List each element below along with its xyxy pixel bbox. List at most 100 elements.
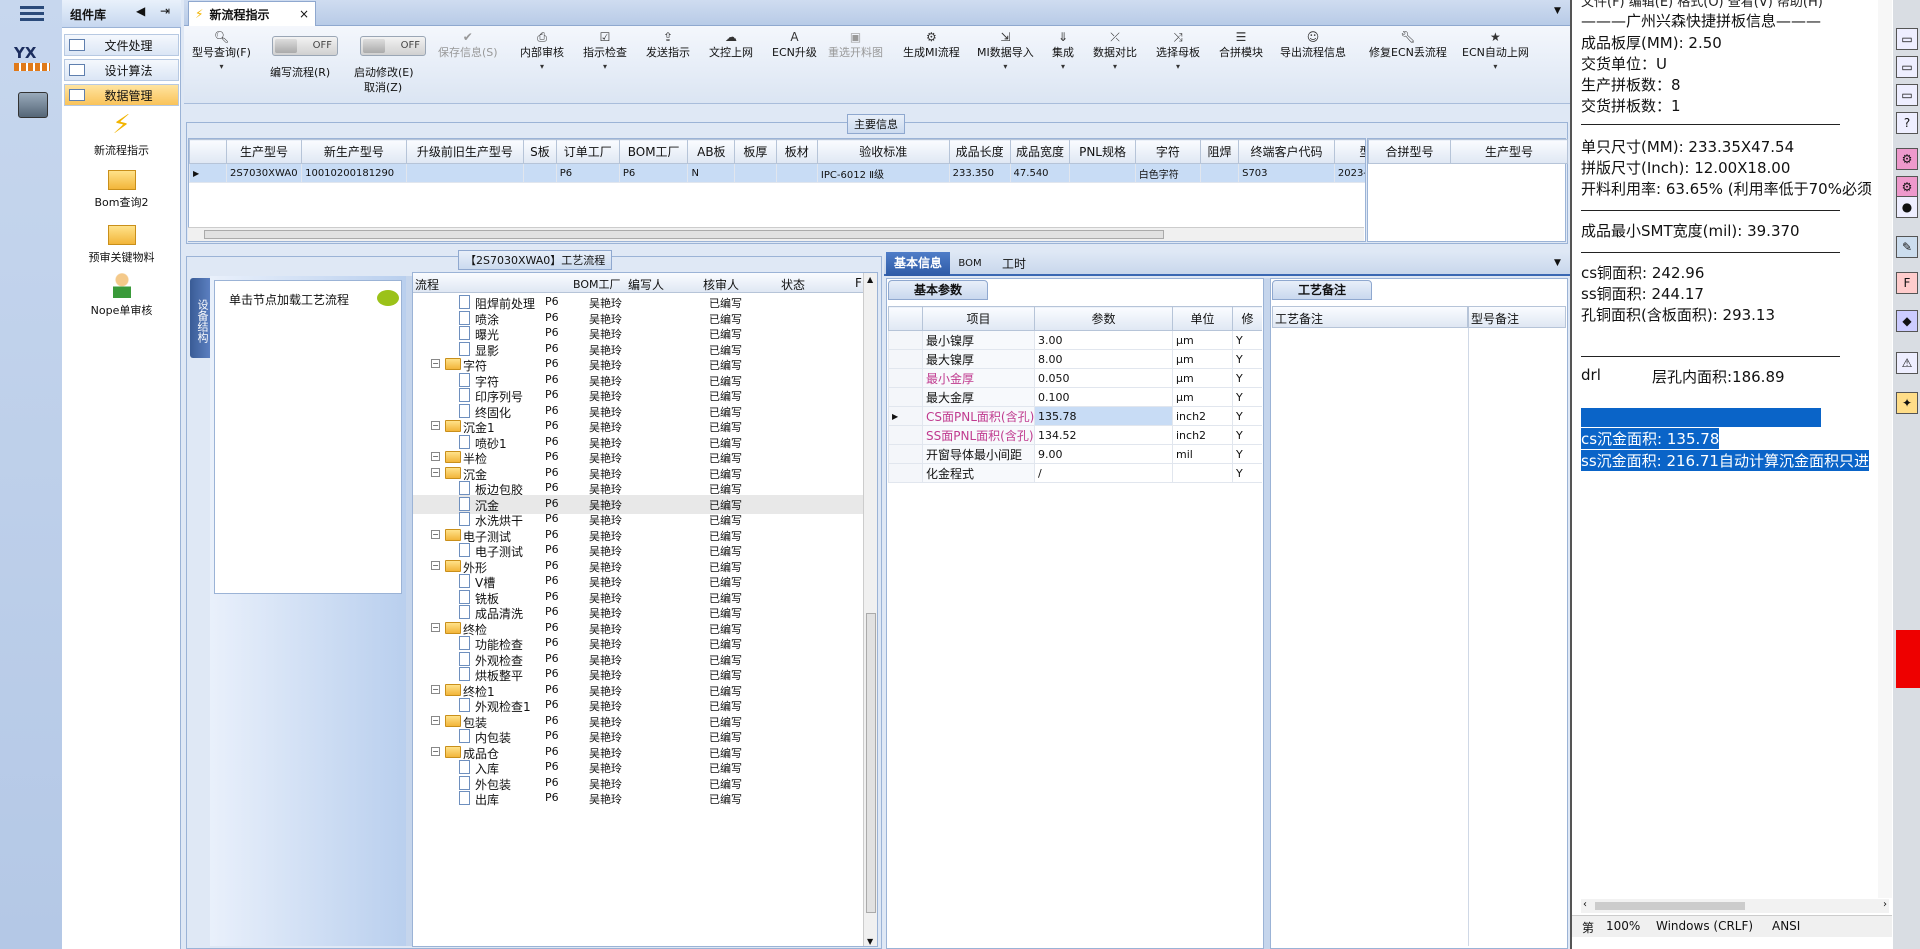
param-row[interactable]: SS面PNL面积(含孔) 134.52 inch2 Y [888,425,1262,445]
column-header[interactable]: 板材 [775,139,818,164]
param-row[interactable]: ▶ CS面PNL面积(含孔) 135.78 inch2 Y [888,406,1262,426]
prev-icon[interactable]: ◀ [136,4,145,18]
cell[interactable]: 47.540 [1009,163,1071,183]
param-unit[interactable]: inch2 [1172,425,1233,445]
collapse-icon[interactable]: − [431,622,440,632]
module-bom-query[interactable]: Bom查询2 [64,170,179,210]
param-row[interactable]: 化金程式 / Y [888,463,1262,483]
notepad-menu[interactable]: 文件(F) 编辑(E) 格式(O) 查看(V) 帮助(H) [1581,0,1823,10]
notepad-hscroll[interactable]: ‹ › [1581,899,1889,913]
menu-icon[interactable] [20,4,44,24]
tool-icon[interactable]: ✦ [1896,392,1918,414]
column-header[interactable]: 状态 [781,276,805,293]
column-header[interactable]: 板厚 [734,139,777,164]
param-value[interactable]: / [1034,463,1173,483]
column-header[interactable]: 单位 [1172,306,1233,331]
param-flag[interactable]: Y [1232,368,1262,388]
param-item[interactable]: 最小金厚 [922,368,1035,388]
tool-icon[interactable]: ⚙ [1896,176,1918,198]
remarks-tab[interactable]: 工艺备注 [1272,280,1372,300]
cell[interactable]: 白色字符 [1134,163,1202,183]
param-row[interactable]: 最小镍厚 3.00 μm Y [888,330,1262,350]
param-item[interactable]: CS面PNL面积(含孔) [922,406,1035,426]
module-prereview[interactable]: 预审关键物料 [64,225,179,265]
column-header[interactable]: S板 [523,139,557,164]
column-header[interactable]: 阻焊 [1199,139,1240,164]
cell[interactable] [405,163,525,183]
param-value[interactable]: 0.100 [1034,387,1173,407]
param-flag[interactable]: Y [1232,406,1262,426]
column-header[interactable]: 参数 [1034,306,1173,331]
cell[interactable] [734,163,777,183]
column-header[interactable]: 合拼型号 [1368,139,1451,164]
tab-basic-info[interactable]: 基本信息 [886,252,950,276]
integrate-button[interactable]: ⇓ 集成 ▾ [1052,30,1074,71]
param-value[interactable]: 8.00 [1034,349,1173,369]
tab-new-process[interactable]: ⚡ 新流程指示 × [188,1,316,26]
column-header[interactable]: 成品宽度 [1009,139,1071,164]
send-instruction-button[interactable]: ⇪ 发送指示 [646,30,690,60]
pin-icon[interactable]: ⇥ [160,4,170,18]
export-process-info-button[interactable]: ☺ 导出流程信息 [1280,30,1346,60]
cell[interactable] [1199,163,1240,183]
column-header[interactable]: 订单工厂 [555,139,620,164]
process-remark-header[interactable]: 工艺备注 [1272,306,1468,328]
calculator-icon[interactable] [18,92,48,118]
window-icon[interactable]: ▭ [1896,84,1918,106]
column-header[interactable]: 验收标准 [816,139,950,164]
param-item[interactable]: 最大镍厚 [922,349,1035,369]
cell[interactable]: P6 [555,163,620,183]
tool-icon[interactable]: ◆ [1896,310,1918,332]
yx-logo[interactable]: YX [14,44,50,76]
param-item[interactable]: 最小镍厚 [922,330,1035,350]
param-value[interactable]: 0.050 [1034,368,1173,388]
param-unit[interactable] [1172,463,1233,483]
param-item[interactable]: 开窗导体最小间距 [922,444,1035,464]
column-header[interactable]: 型号 [1333,139,1365,164]
param-value[interactable]: 134.52 [1034,425,1173,445]
window-icon[interactable]: ▭ [1896,28,1918,50]
param-flag[interactable]: Y [1232,349,1262,369]
scroll-up-icon[interactable]: ▲ [867,275,873,284]
cell[interactable]: S703 [1238,163,1335,183]
tab-bom[interactable]: BOM [954,254,986,274]
collapse-icon[interactable]: − [431,529,440,539]
model-query-button[interactable]: 🔍︎ 型号查询(F) ▾ [192,30,251,71]
hscroll-thumb[interactable] [204,230,1164,239]
param-value[interactable]: 3.00 [1034,330,1173,350]
vscroll-thumb[interactable] [866,613,876,913]
cancel-button[interactable]: 取消(Z) [364,79,402,95]
save-info-button[interactable]: ✔ 保存信息(S) [438,30,498,60]
hscroll-thumb[interactable] [1595,902,1745,910]
dropdown-arrow-icon[interactable]: ▼ [1554,258,1561,268]
param-flag[interactable]: Y [1232,387,1262,407]
cell[interactable]: P6 [618,163,689,183]
instruction-check-button[interactable]: ☑ 指示检查 ▾ [583,30,627,71]
column-header[interactable]: PNL规格 [1069,139,1136,164]
cell[interactable] [775,163,818,183]
collapse-icon[interactable]: − [431,421,440,430]
column-header[interactable]: 升级前旧生产型号 [405,139,525,164]
structure-side-tab[interactable]: 设备结构 [190,278,210,358]
param-flag[interactable]: Y [1232,425,1262,445]
basic-params-tab[interactable]: 基本参数 [888,280,988,300]
column-header[interactable]: 流程 [415,276,439,293]
cell[interactable] [523,163,557,183]
param-value[interactable]: 135.78 [1034,406,1173,426]
param-item[interactable]: SS面PNL面积(含孔) [922,425,1035,445]
tool-icon[interactable]: ⚠ [1896,352,1918,374]
column-header[interactable]: F [855,276,862,290]
module-new-process[interactable]: ⚡ 新流程指示 [64,110,179,158]
column-header[interactable]: 核审人 [703,276,739,293]
notepad-vscroll[interactable] [1878,0,1892,898]
scroll-right-icon[interactable]: › [1883,899,1887,910]
collapse-icon[interactable]: − [431,684,440,694]
param-value[interactable]: 9.00 [1034,444,1173,464]
column-header[interactable]: 编写人 [628,276,664,293]
main-info-hscroll[interactable] [188,227,1364,241]
fix-ecn-process-button[interactable]: 🔧︎ 修复ECN丢流程 [1369,30,1447,60]
model-remark-header[interactable]: 型号备注 [1468,306,1566,328]
reselect-cut-image-button[interactable]: ▣ 重选开料图 [828,30,883,60]
collapse-icon[interactable]: − [431,560,440,570]
column-header[interactable]: 终端客户代码 [1238,139,1335,164]
